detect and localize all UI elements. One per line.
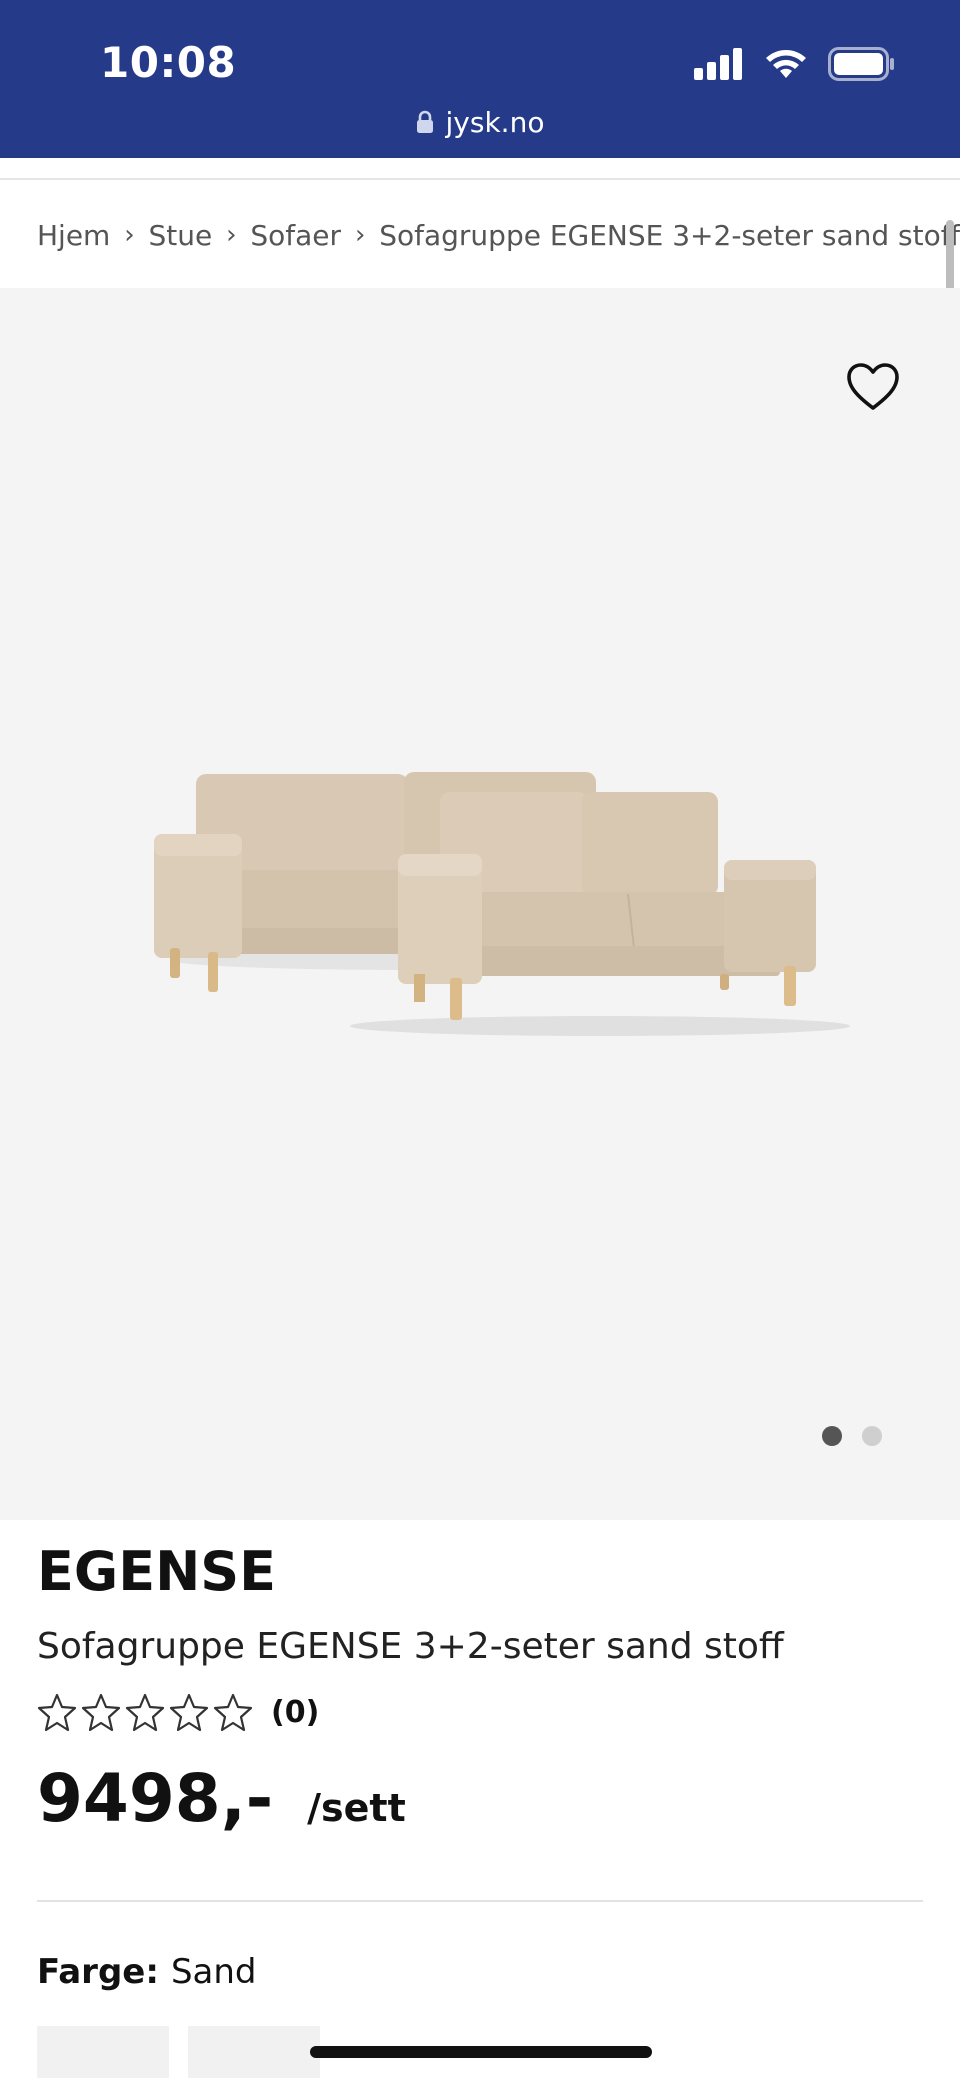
star-empty-icon xyxy=(169,1693,209,1732)
star-empty-icon xyxy=(37,1693,77,1732)
breadcrumb-current: Sofagruppe EGENSE 3+2-seter sand stoff xyxy=(379,218,960,252)
lock-icon xyxy=(416,110,433,133)
home-indicator xyxy=(310,2046,652,2058)
url-bar[interactable]: jysk.no xyxy=(0,100,960,144)
battery-icon xyxy=(828,47,894,81)
star-empty-icon xyxy=(213,1693,253,1732)
header-strip xyxy=(0,158,960,180)
product-image xyxy=(154,772,850,1036)
breadcrumb: Hjem › Stue › Sofaer › Sofagruppe EGENSE… xyxy=(0,182,960,288)
color-value: Sand xyxy=(170,1952,257,1992)
status-icons xyxy=(694,44,896,84)
gallery-dot-active[interactable] xyxy=(822,1426,842,1446)
star-empty-icon xyxy=(125,1693,165,1732)
product-brand: EGENSE xyxy=(37,1540,277,1603)
chevron-right-icon: › xyxy=(354,220,366,250)
browser-header: 10:08 jysk.no xyxy=(0,0,960,158)
breadcrumb-sofaer[interactable]: Sofaer xyxy=(250,219,341,252)
signal-icon xyxy=(694,48,742,80)
heart-icon[interactable] xyxy=(846,362,900,412)
url-text: jysk.no xyxy=(445,105,545,139)
color-selector-label: Farge: Sand xyxy=(37,1952,257,1992)
product-price: 9498,- xyxy=(37,1760,274,1837)
wifi-icon xyxy=(766,50,806,78)
status-time: 10:08 xyxy=(100,38,237,87)
gallery-pagination xyxy=(822,1426,882,1446)
product-gallery[interactable] xyxy=(0,288,960,1520)
price-row: 9498,- /sett xyxy=(37,1760,406,1837)
gallery-dot[interactable] xyxy=(862,1426,882,1446)
breadcrumb-stue[interactable]: Stue xyxy=(149,219,213,252)
divider xyxy=(37,1900,923,1902)
rating-count: (0) xyxy=(271,1694,320,1730)
star-empty-icon xyxy=(81,1693,121,1732)
breadcrumb-home[interactable]: Hjem xyxy=(37,219,110,252)
chevron-right-icon: › xyxy=(124,220,135,250)
product-rating[interactable]: (0) xyxy=(37,1690,319,1734)
price-unit: /sett xyxy=(307,1786,406,1830)
chevron-right-icon: › xyxy=(226,220,237,250)
product-title: Sofagruppe EGENSE 3+2-seter sand stoff xyxy=(37,1626,784,1667)
color-label: Farge: xyxy=(37,1952,159,1992)
color-swatch[interactable] xyxy=(188,2026,320,2078)
color-swatch[interactable] xyxy=(37,2026,169,2078)
